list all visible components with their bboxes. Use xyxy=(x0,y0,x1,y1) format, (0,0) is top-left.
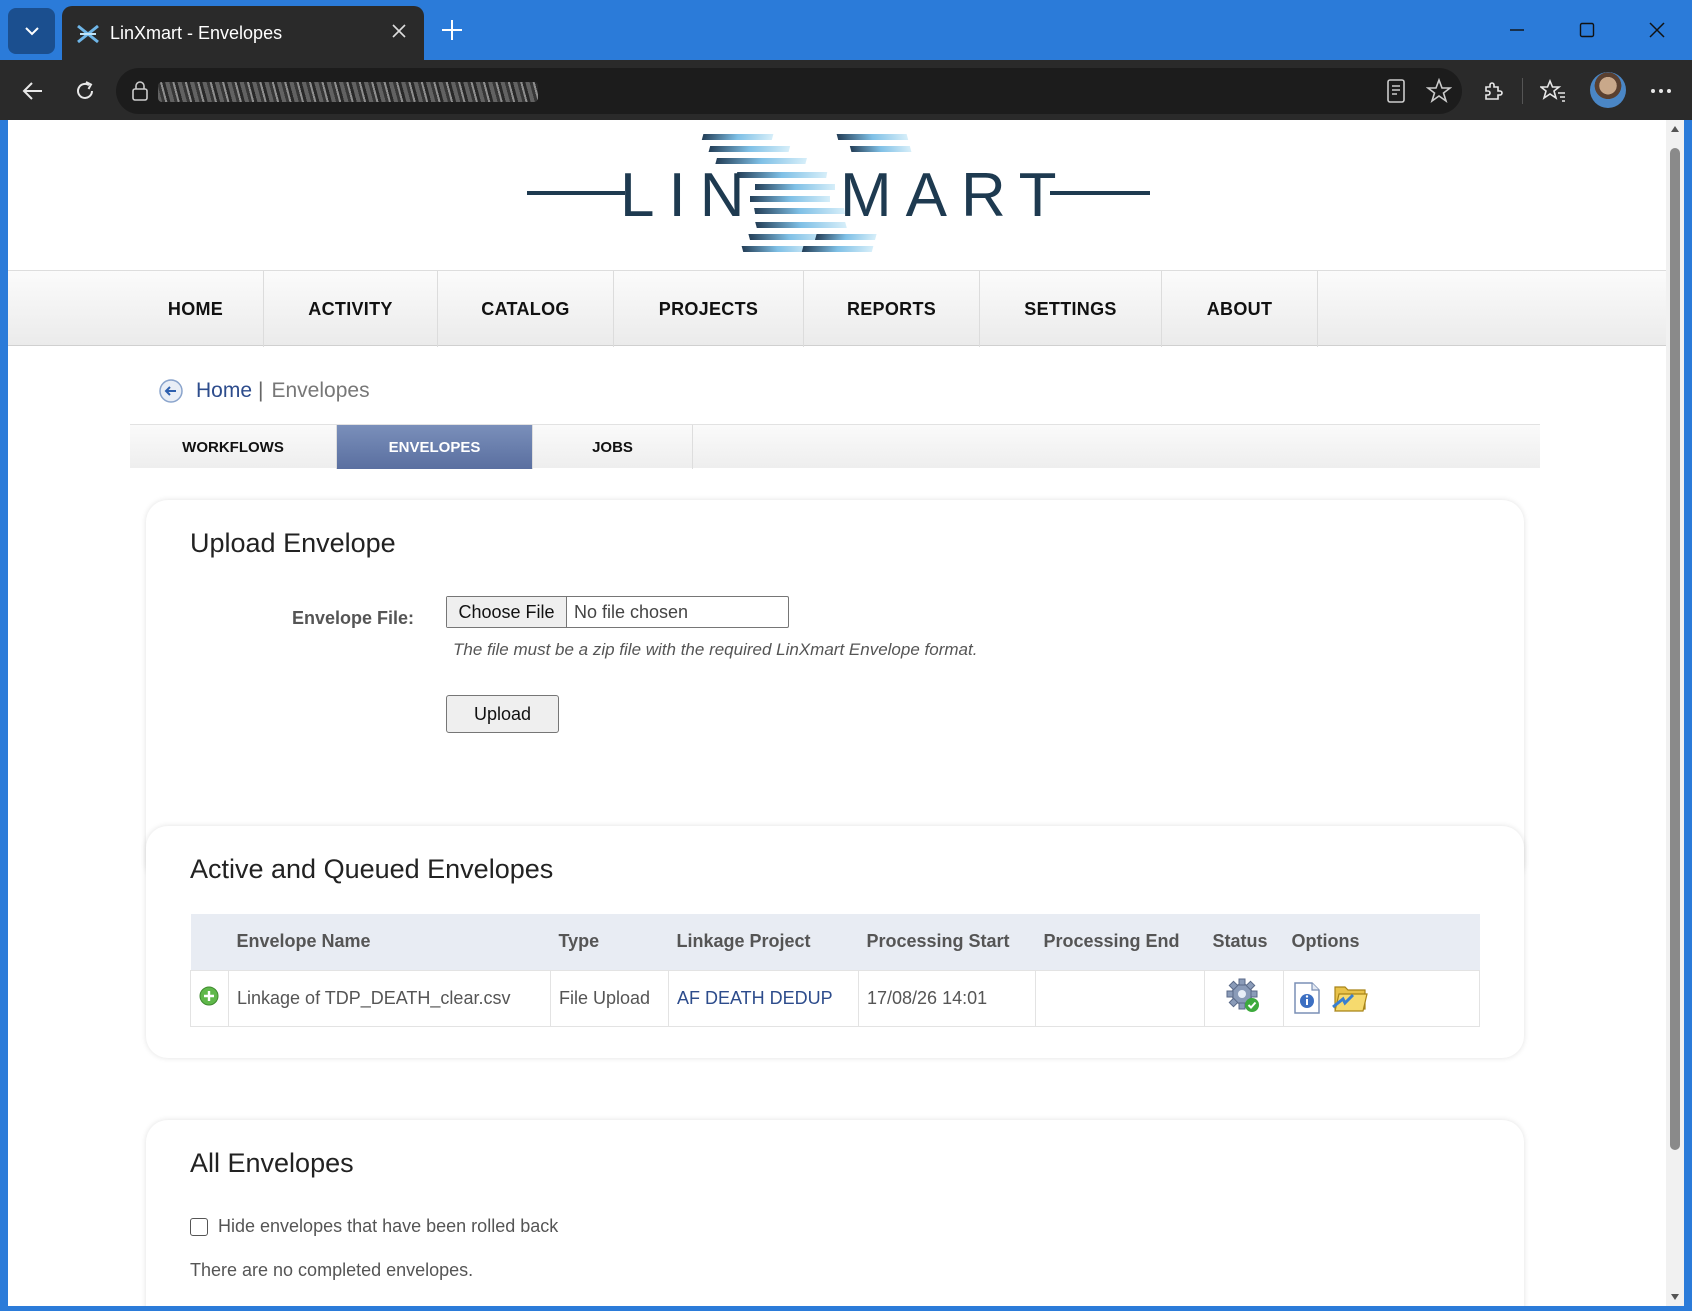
open-folder-icon[interactable] xyxy=(1331,981,1369,1015)
all-panel-title: All Envelopes xyxy=(190,1148,354,1178)
envelope-file-label: Envelope File: xyxy=(292,608,415,628)
close-window-button[interactable] xyxy=(1634,12,1680,48)
refresh-button[interactable] xyxy=(68,74,102,108)
chevron-down-icon xyxy=(24,27,39,36)
nav-item-reports[interactable]: REPORTS xyxy=(804,271,980,347)
tab-actions-button[interactable] xyxy=(8,8,55,54)
status-cell xyxy=(1204,969,1284,1027)
reader-view-icon[interactable] xyxy=(1384,78,1408,104)
refresh-icon xyxy=(77,81,93,99)
info-document-icon[interactable] xyxy=(1292,981,1322,1015)
site-header: LIN MART xyxy=(8,120,1666,270)
tab-close-icon[interactable] xyxy=(388,20,410,42)
column-header-processing-start[interactable]: Processing Start xyxy=(858,914,1036,970)
favorites-button[interactable] xyxy=(1536,74,1570,108)
choose-file-button[interactable]: Choose File xyxy=(447,597,567,627)
main-nav: HOME ACTIVITY CATALOG PROJECTS REPORTS S… xyxy=(8,270,1666,347)
back-circle-icon[interactable] xyxy=(158,378,184,404)
options-cell xyxy=(1283,969,1480,1027)
breadcrumb-current: Envelopes xyxy=(271,379,370,402)
toolbar-divider xyxy=(1522,78,1523,104)
nav-item-home[interactable]: HOME xyxy=(128,271,264,347)
empty-state-text: There are no completed envelopes. xyxy=(190,1260,474,1280)
envelope-type-cell: File Upload xyxy=(550,969,669,1027)
scroll-down-arrow-icon[interactable] xyxy=(1670,1292,1680,1302)
back-button[interactable] xyxy=(16,74,50,108)
expand-column-header xyxy=(190,914,229,970)
tab-workflows[interactable]: WORKFLOWS xyxy=(130,425,337,469)
active-panel-title: Active and Queued Envelopes xyxy=(190,854,554,884)
scrollbar-thumb[interactable] xyxy=(1670,148,1680,1150)
browser-tab-active[interactable]: LinXmart - Envelopes xyxy=(62,6,424,60)
hide-rolled-back-label[interactable]: Hide envelopes that have been rolled bac… xyxy=(218,1216,558,1237)
scroll-up-arrow-icon[interactable] xyxy=(1670,124,1680,134)
file-format-hint: The file must be a zip file with the req… xyxy=(453,640,978,659)
minimize-icon xyxy=(1510,29,1524,31)
nav-item-settings[interactable]: SETTINGS xyxy=(980,271,1162,347)
breadcrumb-separator: | xyxy=(258,379,264,402)
url-text-redacted xyxy=(158,82,538,102)
all-envelopes-panel: All Envelopes Hide envelopes that have b… xyxy=(146,1120,1524,1306)
column-header-envelope-name[interactable]: Envelope Name xyxy=(228,914,551,970)
linxmart-favicon-icon xyxy=(77,24,99,44)
nav-item-catalog[interactable]: CATALOG xyxy=(438,271,614,347)
puzzle-icon xyxy=(1485,82,1503,100)
nav-item-projects[interactable]: PROJECTS xyxy=(614,271,804,347)
close-icon xyxy=(1649,22,1665,38)
browser-toolbar xyxy=(0,60,1692,120)
linxmart-logo[interactable]: LIN MART xyxy=(515,128,1155,258)
linkage-project-link[interactable]: AF DEATH DEDUP xyxy=(668,969,859,1027)
nav-item-activity[interactable]: ACTIVITY xyxy=(264,271,438,347)
browser-titlebar: LinXmart - Envelopes xyxy=(0,0,1692,60)
gear-check-status-icon[interactable] xyxy=(1226,978,1262,1014)
breadcrumb: Home | Envelopes xyxy=(158,376,370,406)
profile-avatar[interactable] xyxy=(1590,72,1626,108)
processing-start-cell: 17/08/26 14:01 xyxy=(858,969,1036,1027)
logo-text-right: MART xyxy=(840,161,1071,230)
logo-text-left: LIN xyxy=(620,161,758,230)
expand-plus-icon[interactable] xyxy=(199,986,219,1006)
extensions-button[interactable] xyxy=(1476,74,1510,108)
column-header-type[interactable]: Type xyxy=(550,914,669,970)
tab-jobs[interactable]: JOBS xyxy=(533,425,693,469)
upload-panel-title: Upload Envelope xyxy=(190,528,396,558)
processing-end-cell xyxy=(1035,969,1205,1027)
column-header-linkage-project[interactable]: Linkage Project xyxy=(668,914,859,970)
envelope-file-input[interactable]: Choose File No file chosen xyxy=(446,596,789,628)
minimize-button[interactable] xyxy=(1494,12,1540,48)
page-scrollbar[interactable] xyxy=(1666,120,1684,1306)
breadcrumb-home-link[interactable]: Home xyxy=(196,379,252,403)
table-row: Linkage of TDP_DEATH_clear.csv File Uplo… xyxy=(190,969,1480,1027)
more-menu-button[interactable] xyxy=(1644,74,1678,108)
sub-tabs: WORKFLOWS ENVELOPES JOBS xyxy=(130,424,1540,469)
upload-button[interactable]: Upload xyxy=(446,695,559,733)
plus-icon xyxy=(442,20,462,40)
favorite-star-icon[interactable] xyxy=(1426,78,1452,104)
more-horizontal-icon xyxy=(1651,89,1671,93)
hide-rolled-back-checkbox[interactable] xyxy=(190,1217,208,1236)
expand-cell xyxy=(190,969,229,1027)
column-header-status: Status xyxy=(1204,914,1284,970)
column-header-options: Options xyxy=(1283,914,1480,970)
address-bar[interactable] xyxy=(116,68,1462,114)
maximize-button[interactable] xyxy=(1564,12,1610,48)
table-header-row: Envelope Name Type Linkage Project Proce… xyxy=(190,914,1480,970)
active-envelopes-panel: Active and Queued Envelopes Envelope Nam… xyxy=(146,826,1524,1058)
tab-envelopes[interactable]: ENVELOPES xyxy=(337,425,533,469)
active-envelopes-table: Envelope Name Type Linkage Project Proce… xyxy=(190,914,1480,1027)
column-header-processing-end[interactable]: Processing End xyxy=(1035,914,1205,970)
nav-item-about[interactable]: ABOUT xyxy=(1162,271,1318,347)
arrow-left-icon xyxy=(22,82,42,100)
favorites-list-icon xyxy=(1540,79,1565,102)
envelope-name-cell: Linkage of TDP_DEATH_clear.csv xyxy=(228,969,551,1027)
hide-rolled-back-option: Hide envelopes that have been rolled bac… xyxy=(190,1216,558,1237)
maximize-icon xyxy=(1579,22,1595,38)
no-file-chosen-text: No file chosen xyxy=(574,602,689,622)
new-tab-button[interactable] xyxy=(436,14,468,46)
page-viewport: LIN MART HOME ACTIVITY CATALOG PROJECTS … xyxy=(8,120,1684,1306)
lock-icon[interactable] xyxy=(130,80,150,102)
tab-title: LinXmart - Envelopes xyxy=(110,23,283,43)
